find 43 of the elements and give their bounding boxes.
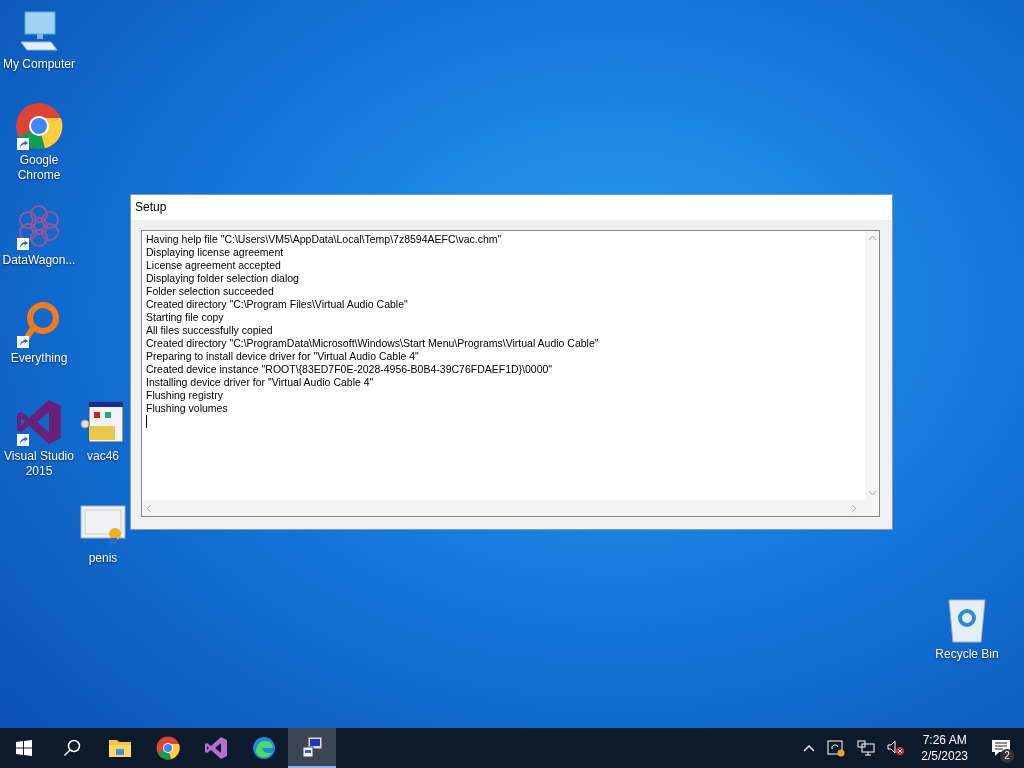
log-line: Flushing registry bbox=[146, 389, 225, 402]
desktop-icon-label[interactable]: Google Chrome bbox=[0, 153, 78, 183]
taskbar-app-button[interactable] bbox=[288, 728, 336, 768]
log-line: Preparing to install device driver for "Virtual Audio Cable 4" bbox=[146, 350, 420, 363]
log-line: License agreement accepted bbox=[146, 259, 282, 272]
log-line: Folder selection succeeded bbox=[146, 285, 275, 298]
notification-count-badge: 2 bbox=[1000, 749, 1014, 763]
desktop-icon-label[interactable]: My Computer bbox=[3, 57, 75, 72]
log-line: Created directory "C:\ProgramData\Microsoft\Windows\Start Menu\Programs\Virtual Audio Cable" bbox=[146, 337, 600, 350]
desktop-icon-label[interactable]: Visual Studio 2015 bbox=[0, 449, 78, 479]
log-line: Created directory "C:\Program Files\Virtual Audio Cable" bbox=[146, 298, 409, 311]
log-line: Installing device driver for "Virtual Audio Cable 4" bbox=[146, 376, 375, 389]
log-line: Displaying folder selection dialog bbox=[146, 272, 300, 285]
window-title: Setup bbox=[131, 195, 892, 220]
clock[interactable]: 7:26 AM 2/5/2023 bbox=[911, 732, 978, 764]
log-line: Starting file copy bbox=[146, 311, 225, 324]
clock-date: 2/5/2023 bbox=[921, 748, 968, 764]
speaker-muted-icon[interactable] bbox=[887, 740, 906, 756]
desktop-icon-label[interactable]: penis bbox=[88, 551, 118, 566]
update-badge-icon[interactable] bbox=[827, 739, 846, 757]
desktop-icon-label[interactable]: Recycle Bin bbox=[935, 647, 999, 662]
desktop-icon-label[interactable]: vac46 bbox=[87, 449, 119, 464]
wave-logo-icon bbox=[252, 736, 276, 760]
search-icon[interactable] bbox=[63, 739, 81, 757]
installer-icon bbox=[300, 735, 324, 759]
chevron-up-icon[interactable] bbox=[803, 744, 816, 752]
text-caret bbox=[146, 415, 147, 428]
log-line: Created device instance "ROOT\{83ED7F0E-2028-4956-B0B4-39C76FDAEF1D}\0000" bbox=[146, 363, 554, 376]
infinity-logo-icon bbox=[204, 736, 228, 760]
log-line: Having help file "C:\Users\VM5\AppData\Local\Temp\7z8594AEFC\vac.chm" bbox=[146, 233, 503, 246]
clock-time: 7:26 AM bbox=[922, 732, 967, 748]
installer-icon[interactable] bbox=[79, 398, 127, 446]
log-line: All files successfully copied bbox=[146, 324, 274, 337]
infinity-logo-icon[interactable] bbox=[15, 398, 63, 446]
desktop-icon-label[interactable]: DataWagon... bbox=[2, 253, 76, 268]
browser-icon[interactable] bbox=[15, 102, 63, 150]
log-text-area[interactable] bbox=[141, 230, 880, 517]
browser-icon bbox=[156, 736, 180, 760]
desktop-icon-label[interactable]: Everything bbox=[10, 351, 68, 366]
windows-start-icon[interactable] bbox=[16, 740, 32, 756]
log-line: Flushing volumes bbox=[146, 402, 229, 415]
log-line: Displaying license agreement bbox=[146, 246, 285, 259]
network-icon[interactable] bbox=[857, 740, 876, 756]
